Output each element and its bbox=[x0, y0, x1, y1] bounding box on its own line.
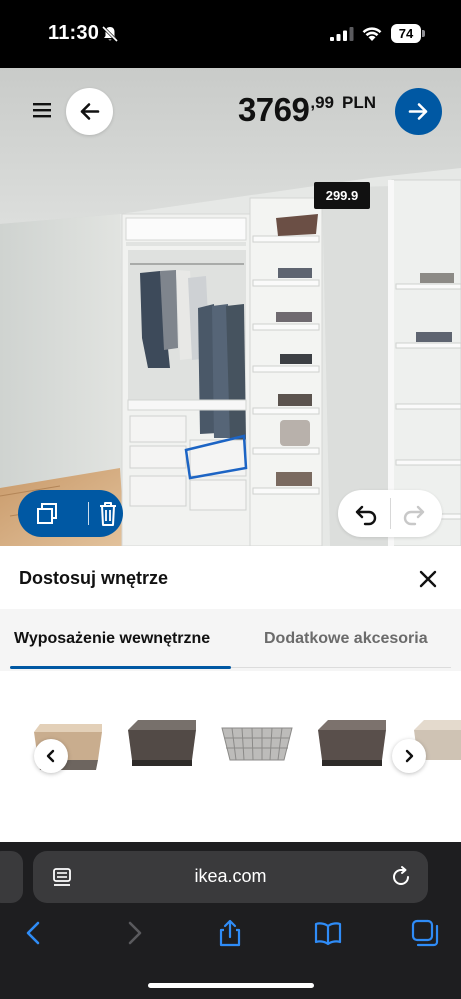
undo-icon[interactable] bbox=[348, 498, 384, 530]
panel-title: Dostosuj wnętrze bbox=[19, 568, 169, 588]
redo-icon[interactable] bbox=[396, 498, 432, 530]
active-tab-indicator bbox=[10, 666, 231, 669]
signal-icon bbox=[330, 27, 354, 41]
back-arrow-icon bbox=[80, 103, 100, 120]
trash-icon[interactable] bbox=[98, 499, 118, 529]
tabs-icon[interactable] bbox=[410, 918, 440, 948]
carousel-prev-button[interactable] bbox=[34, 739, 68, 773]
share-icon[interactable] bbox=[215, 918, 245, 948]
menu-icon[interactable] bbox=[30, 100, 54, 120]
chevron-left-icon bbox=[46, 749, 55, 763]
duplicate-icon[interactable] bbox=[28, 499, 68, 529]
address-bar[interactable]: ikea.com bbox=[33, 851, 428, 903]
bookmarks-icon[interactable] bbox=[313, 918, 343, 948]
status-bar: 11:30 74 bbox=[0, 0, 461, 68]
chevron-right-icon bbox=[405, 749, 414, 763]
close-icon[interactable] bbox=[417, 568, 439, 590]
back-icon[interactable] bbox=[19, 918, 49, 948]
customize-panel: Dostosuj wnętrze Wyposażenie wewnętrzne … bbox=[0, 546, 461, 842]
total-price: 3769 ,99 PLN bbox=[238, 90, 376, 130]
price-main: 3769 bbox=[237, 91, 310, 128]
item-actions bbox=[18, 490, 123, 537]
carousel-next-button[interactable] bbox=[392, 739, 426, 773]
reload-icon[interactable] bbox=[389, 865, 413, 889]
wardrobe-3d-view[interactable] bbox=[0, 68, 461, 546]
home-indicator[interactable] bbox=[148, 983, 314, 988]
browser-chrome: ikea.com bbox=[0, 842, 461, 999]
battery-icon: 74 bbox=[391, 24, 425, 43]
tab-extra-accessories[interactable]: Dodatkowe akcesoria bbox=[264, 630, 428, 648]
wifi-icon bbox=[362, 27, 382, 41]
bell-muted-icon bbox=[101, 25, 119, 43]
price-decimals: ,99 bbox=[310, 93, 334, 112]
wardrobe-render[interactable] bbox=[0, 68, 461, 546]
history-controls bbox=[338, 490, 442, 537]
price-currency: PLN bbox=[342, 93, 376, 112]
product-wire-basket[interactable] bbox=[218, 716, 296, 776]
status-time: 11:30 bbox=[48, 22, 100, 44]
battery-level: 74 bbox=[391, 24, 421, 43]
back-button[interactable] bbox=[66, 88, 113, 135]
url-text: ikea.com bbox=[194, 866, 267, 886]
forward-arrow-icon bbox=[408, 103, 428, 120]
next-button[interactable] bbox=[395, 88, 442, 135]
tab-interior-fittings[interactable]: Wyposażenie wewnętrzne bbox=[14, 630, 210, 648]
forward-icon[interactable] bbox=[119, 918, 149, 948]
item-price-tag[interactable]: 299.9 bbox=[314, 182, 370, 209]
previous-tab-preview[interactable] bbox=[0, 851, 23, 903]
product-drawer-dark[interactable] bbox=[124, 716, 200, 776]
product-drawer-dark-2[interactable] bbox=[314, 716, 390, 776]
